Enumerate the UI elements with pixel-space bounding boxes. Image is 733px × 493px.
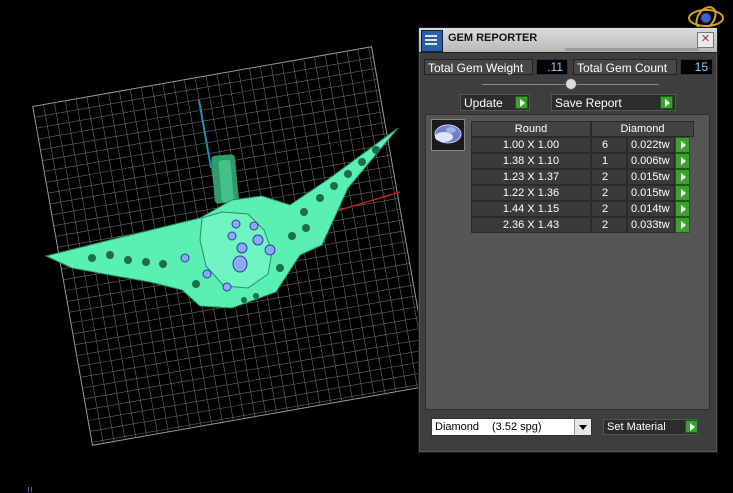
row-go-icon[interactable] <box>675 153 690 169</box>
gem-weight-cell: 0.015tw <box>627 185 675 201</box>
gem-size-cell: 1.22 X 1.36 <box>471 185 591 201</box>
title-bar[interactable]: GEM REPORTER ✕ <box>419 28 717 53</box>
gem-size-cell: 1.38 X 1.10 <box>471 153 591 169</box>
window-title: GEM REPORTER <box>448 32 538 44</box>
total-gem-count-label: Total Gem Count <box>573 59 677 75</box>
gem-size-cell: 1.23 X 1.37 <box>471 169 591 185</box>
material-select[interactable]: Diamond (3.52 spg) <box>431 418 592 436</box>
gem-weight-cell: 0.014tw <box>627 201 675 217</box>
gem-count-cell: 6 <box>591 137 627 153</box>
y-axis <box>198 99 212 169</box>
slider-knob[interactable] <box>564 78 577 90</box>
set-material-button[interactable]: Set Material <box>603 419 698 435</box>
status-marker <box>28 487 29 492</box>
row-go-icon[interactable] <box>675 169 690 185</box>
report-icon <box>421 30 443 52</box>
total-gem-weight-value: .11 <box>536 59 568 75</box>
gem-weight-cell: 0.033tw <box>627 217 675 233</box>
gem-count-cell: 2 <box>591 201 627 217</box>
shape-header: Round <box>471 121 591 137</box>
round-gem-icon[interactable] <box>431 119 465 151</box>
gem-weight-cell: 0.015tw <box>627 169 675 185</box>
material-select-name: Diamond <box>435 421 480 433</box>
gem-count-cell: 2 <box>591 217 627 233</box>
update-label: Update <box>464 96 503 110</box>
gem-size-cell: 1.00 X 1.00 <box>471 137 591 153</box>
row-go-icon[interactable] <box>675 201 690 217</box>
set-material-label: Set Material <box>607 421 666 433</box>
gem-weight-cell: 0.006tw <box>627 153 675 169</box>
material-header: Diamond <box>591 121 694 137</box>
gem-reporter-panel: GEM REPORTER ✕ Total Gem Weight .11 Tota… <box>418 27 718 453</box>
total-gem-count-value: 15 <box>680 59 713 75</box>
gem-weight-cell: 0.022tw <box>627 137 675 153</box>
gem-count-cell: 1 <box>591 153 627 169</box>
row-go-icon[interactable] <box>675 137 690 153</box>
total-gem-weight-label: Total Gem Weight <box>424 59 533 75</box>
gem-table-area: Round Diamond 1.00 X 1.00 6 0.022tw 1.38 X … <box>425 114 710 410</box>
gem-size-cell: 2.36 X 1.43 <box>471 217 591 233</box>
set-material-go-icon[interactable] <box>685 420 698 433</box>
title-divider <box>565 48 699 51</box>
gem-count-cell: 2 <box>591 185 627 201</box>
material-select-spg: (3.52 spg) <box>492 421 542 433</box>
gem-size-cell: 1.44 X 1.15 <box>471 201 591 217</box>
gem-count-cell: 2 <box>591 169 627 185</box>
close-button[interactable]: ✕ <box>697 32 714 48</box>
chevron-down-icon[interactable] <box>574 419 591 435</box>
save-report-label: Save Report <box>555 96 622 110</box>
save-report-button[interactable]: Save Report <box>551 94 676 111</box>
save-report-go-icon[interactable] <box>660 96 673 109</box>
row-go-icon[interactable] <box>675 217 690 233</box>
update-go-icon[interactable] <box>515 96 528 109</box>
row-go-icon[interactable] <box>675 185 690 201</box>
